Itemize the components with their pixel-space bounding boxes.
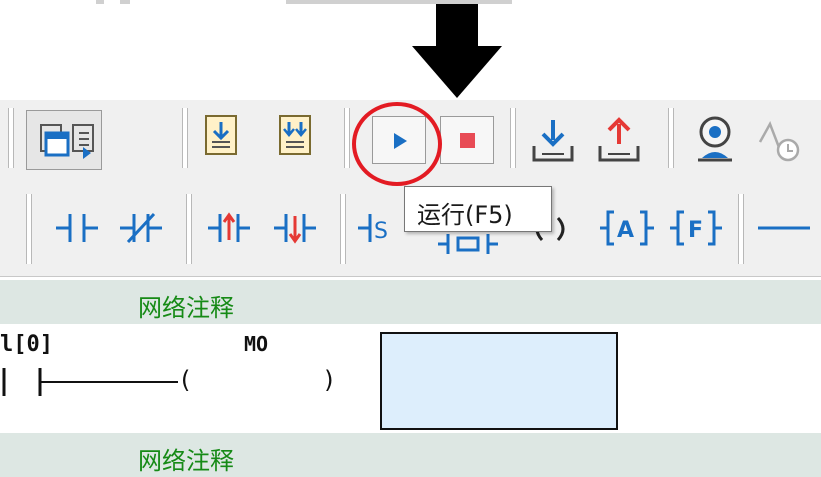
write-to-plc-button[interactable] — [530, 116, 576, 166]
red-circle-highlight — [352, 102, 442, 186]
window-cascade-button[interactable] — [26, 110, 102, 170]
network-comment-label: 网络注释 — [138, 447, 234, 475]
coil-close-paren: ) — [322, 366, 337, 394]
no-contact-button[interactable] — [52, 204, 102, 252]
download-all-doc-icon — [279, 115, 311, 155]
top-fragment — [96, 0, 104, 4]
set-coil-icon: S — [358, 214, 388, 244]
f-instruction-button[interactable]: F — [668, 204, 724, 252]
down-arrow-icon — [412, 4, 502, 98]
timing-chart-button[interactable] — [758, 116, 802, 166]
toolbar-separator — [186, 194, 192, 264]
rising-edge-contact-button[interactable] — [204, 204, 254, 252]
monitor-icon — [698, 116, 732, 162]
network-comment-bar[interactable]: 网络注释 — [0, 433, 821, 477]
write-to-plc-icon — [532, 120, 574, 162]
run-tooltip: 运行(F5) — [404, 186, 552, 232]
download-doc-button[interactable] — [204, 114, 240, 158]
download-doc-icon — [205, 115, 237, 155]
read-from-plc-button[interactable] — [596, 116, 642, 166]
set-coil-button[interactable]: S — [356, 204, 402, 252]
rising-edge-contact-icon — [208, 212, 250, 242]
toolbar-separator — [344, 108, 350, 168]
horizontal-line-button[interactable] — [754, 204, 814, 252]
download-all-doc-button[interactable] — [278, 114, 314, 158]
a-instruction-button[interactable]: A — [598, 204, 656, 252]
no-contact-icon — [56, 214, 98, 242]
falling-edge-contact-button[interactable] — [270, 204, 320, 252]
falling-edge-contact-icon — [274, 214, 316, 244]
toolbar-separator — [8, 108, 14, 168]
a-instruction-icon: A — [600, 210, 654, 246]
read-from-plc-icon — [598, 117, 640, 162]
toolbar-separator — [340, 194, 346, 264]
coil-label: MO — [244, 332, 269, 356]
rung-line — [2, 368, 178, 396]
monitor-button[interactable] — [694, 112, 736, 168]
toolbar-separator — [26, 194, 32, 264]
coil-open-paren: ( — [178, 366, 193, 394]
coil-input-box[interactable] — [380, 332, 618, 430]
stop-button[interactable] — [440, 116, 494, 164]
nc-contact-button[interactable] — [116, 204, 166, 252]
horizontal-line-icon — [758, 226, 810, 230]
window-cascade-icon — [40, 124, 94, 159]
timing-chart-icon — [758, 121, 800, 162]
svg-text:A: A — [617, 218, 634, 243]
toolbar-separator — [738, 194, 744, 264]
toolbar-separator — [182, 108, 188, 168]
svg-text:F: F — [688, 218, 703, 243]
top-fragment — [120, 0, 130, 4]
network-comment-label: 网络注释 — [138, 294, 234, 322]
top-strip — [0, 0, 821, 6]
toolbar-separator — [668, 108, 674, 168]
tooltip-text: 运行(F5) — [417, 201, 513, 229]
contact-label: l[0] — [0, 332, 53, 357]
stop-icon — [460, 133, 475, 148]
f-instruction-icon: F — [670, 210, 722, 246]
svg-text:S: S — [374, 219, 388, 244]
toolbar-separator — [510, 108, 516, 168]
network-comment-bar[interactable]: 网络注释 — [0, 280, 821, 324]
nc-contact-icon — [120, 212, 162, 244]
